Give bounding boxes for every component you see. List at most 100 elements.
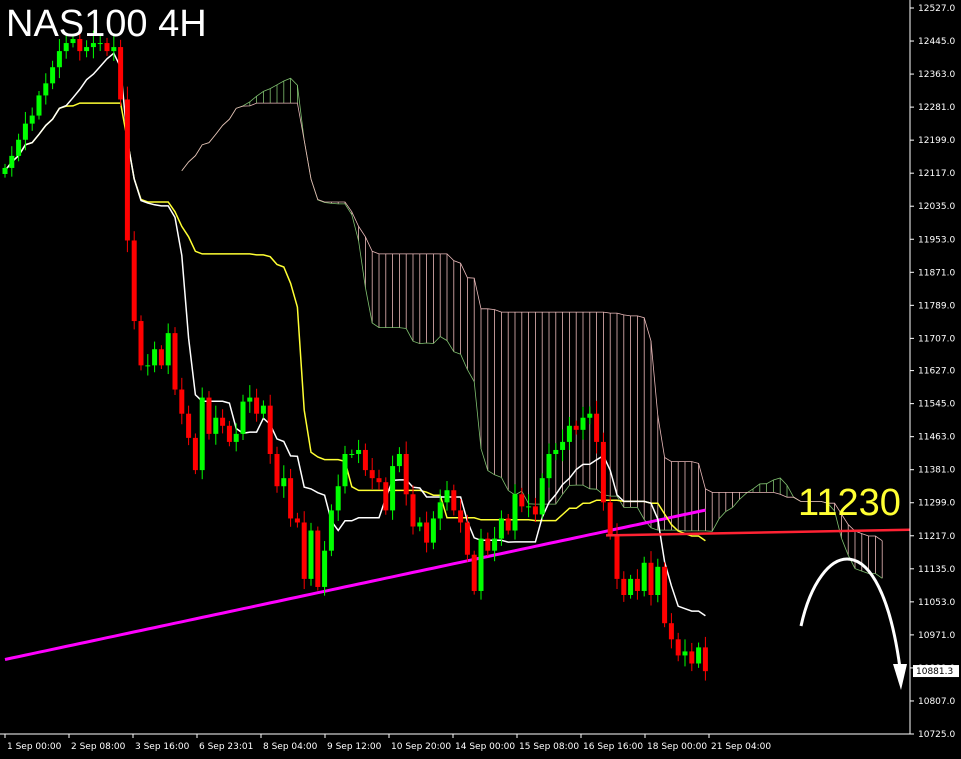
candle-body [390,466,396,511]
y-tick-label: 10971.0 [918,631,955,641]
candle-body [342,453,348,487]
candle [315,526,321,591]
ichimoku-cloud [181,77,883,579]
candle [376,469,382,490]
candle [349,449,355,458]
candle-body [2,167,8,174]
candle-body [424,522,430,543]
y-tick-label: 12527.0 [918,4,955,14]
candle [152,341,158,373]
candle-body [539,478,545,515]
candle [294,512,300,528]
candle [662,562,668,628]
candle [192,433,198,475]
candle [274,446,280,493]
forecast-arrowhead [893,664,907,690]
candle [206,391,212,440]
candle-body [553,449,559,454]
candle-body [254,397,260,414]
candle [247,385,253,413]
candle [410,485,416,535]
candle [689,642,695,672]
candle [254,388,260,422]
level-annotation: 11230 [798,482,901,524]
candle [124,86,130,253]
candle [29,107,35,131]
candle [655,558,661,603]
y-tick-label: 12035.0 [918,202,955,212]
candle [199,387,205,480]
candle [560,429,566,462]
candle [131,231,137,330]
candle-body [356,449,362,454]
ma-path [4,508,706,661]
x-tick-label: 10 Sep 20:00 [391,742,451,752]
y-tick-label: 10807.0 [918,697,955,707]
candle-body [138,321,144,366]
candle-body [50,67,56,84]
candle [600,432,606,511]
candle-body [43,83,49,96]
candle-body [634,578,640,591]
candle [328,504,334,557]
y-tick-label: 11463.0 [918,433,955,443]
candle [43,73,49,105]
candle [614,523,620,590]
candle [369,458,375,490]
candle-body [526,506,532,508]
y-tick-label: 11627.0 [918,367,955,377]
candle [396,447,402,473]
candle-body [376,478,382,483]
x-tick-label: 9 Sep 12:00 [327,742,382,752]
candle-body [458,510,464,523]
candle [36,90,42,120]
candle-body [464,522,470,555]
candle [403,441,409,506]
candle-body [152,349,158,366]
candle [430,511,436,550]
y-tick-label: 11707.0 [918,334,955,344]
candle-body [199,397,205,471]
kijun-sen-line [4,102,706,542]
candle [356,439,362,464]
candle [424,511,430,553]
candle-body [430,518,436,543]
candle-body [308,530,314,579]
y-tick-label: 11871.0 [918,268,955,278]
candle-body [628,578,634,596]
candle-body [186,413,192,438]
candle-body [165,333,171,366]
candlesticks [2,28,708,681]
candle [301,511,307,590]
candle-body [600,441,606,503]
candle-body [192,437,198,471]
y-tick-label: 12117.0 [918,169,955,179]
candle [696,642,702,668]
candle-body [281,478,287,487]
candle [641,556,647,597]
candle [362,443,368,476]
current-price-label: 10881.3 [916,667,953,677]
candle-body [519,494,525,507]
candle-body [124,99,130,241]
candle-body [614,534,620,579]
candle [172,327,178,395]
candle [226,420,232,447]
candle-body [641,562,647,591]
candle [444,480,450,511]
senkou-span-a [181,77,883,579]
y-tick-label: 12445.0 [918,37,955,47]
y-tick-label: 11381.0 [918,466,955,476]
candle [607,496,613,540]
candle [138,315,144,371]
candle-body [478,538,484,591]
candle-body [369,470,375,479]
candle-body [294,518,300,523]
candle [621,571,627,602]
candle-body [607,502,613,535]
candle [628,574,634,599]
candle-body [451,490,457,511]
candle-body [315,530,321,587]
x-tick-label: 18 Sep 00:00 [647,742,707,752]
candle [587,406,593,425]
